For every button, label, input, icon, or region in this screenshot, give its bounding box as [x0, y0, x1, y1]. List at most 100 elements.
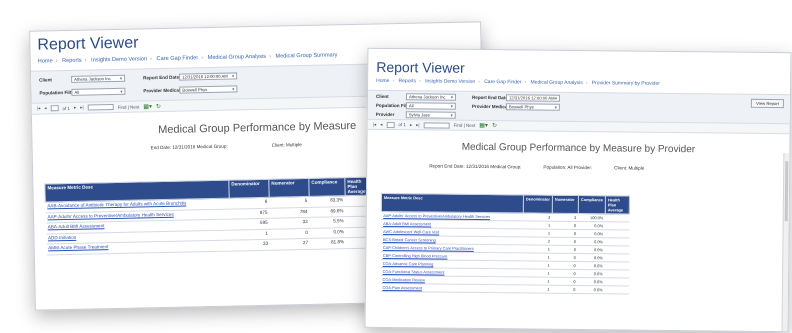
breadcrumb-care-gap[interactable]: Care Gap Finder [484, 79, 521, 85]
breadcrumb-provider-summary[interactable]: Provider Summary by Provider [592, 80, 660, 87]
chevron-down-icon: ▾ [450, 103, 453, 109]
table-cell [604, 285, 629, 295]
breadcrumb-medical-group-summary[interactable]: Medical Group Summary [275, 52, 337, 59]
table-cell: 0.0% [577, 245, 605, 254]
app-title: Report Viewer [376, 58, 465, 76]
header-denominator: Denominator [228, 179, 270, 199]
population-filter-label: Population Filter [39, 89, 76, 96]
population-filter-select[interactable]: All ▾ [405, 102, 456, 110]
end-date-text: Report End Date: 12/31/2016 Medical Grou… [429, 163, 522, 170]
table-row: COA-Pain Assessment 1 0 0.0% [380, 283, 629, 295]
table-cell [604, 245, 629, 255]
breadcrumb-care-gap[interactable]: Care Gap Finder [156, 55, 198, 62]
table-cell: 1 [522, 252, 552, 262]
report-viewer-window-by-provider: Report Viewer Home › Reports › Insights De… [364, 47, 792, 333]
table-cell: 81.8% [310, 237, 347, 249]
provider-label: Provider [375, 111, 395, 118]
export-icon[interactable]: ▦▾ [479, 122, 488, 129]
provider-select[interactable]: Sylvia Jass ▾ [405, 111, 456, 119]
breadcrumb-insights[interactable]: Insights Demo Version [91, 56, 147, 63]
end-date-text: End Date: 12/31/2016 Medical Group: [150, 143, 228, 151]
find-input[interactable] [423, 121, 450, 129]
population-filter-select[interactable]: All ▾ [71, 87, 126, 96]
chevron-down-icon: ▾ [120, 88, 123, 94]
page-number-input[interactable] [386, 121, 395, 128]
refresh-icon[interactable]: ↻ [492, 122, 497, 129]
chevron-down-icon: ▾ [554, 95, 557, 101]
refresh-icon[interactable]: ↻ [156, 103, 161, 110]
breadcrumb-home[interactable]: Home [376, 78, 389, 84]
report-end-date-input[interactable]: 12/31/2016 12:00:00 AM ▾ [505, 94, 560, 102]
last-page-icon[interactable]: ▸| [80, 105, 84, 111]
table-cell: 0.0% [577, 269, 605, 278]
provider-medical-group-select[interactable]: Boswell Phys ▾ [505, 103, 560, 111]
header-compliance: Compliance [578, 195, 606, 214]
breadcrumb-medical-group-analysis[interactable]: Medical Group Analysis [530, 79, 582, 86]
header-numerator: Numerator [552, 195, 579, 214]
page-number-input[interactable] [50, 105, 59, 112]
page-count: of 1 [398, 122, 406, 128]
page-count: of 1 [62, 105, 71, 111]
provider-medical-group-label: Provider Medical Group [143, 87, 196, 94]
first-page-icon[interactable]: |◂ [373, 121, 376, 127]
breadcrumb-insights[interactable]: Insights Demo Version [425, 78, 475, 85]
client-text: Client: Multiple [614, 165, 645, 171]
chevron-down-icon: ▾ [450, 94, 453, 100]
chevron-down-icon: ▾ [554, 104, 557, 110]
table-cell: 1 [522, 268, 552, 278]
header-health-plan-average: Health Plan Average [605, 195, 630, 215]
breadcrumb-home[interactable]: Home [38, 58, 53, 64]
report-end-date-input[interactable]: 12/31/2016 12:00:00 AM ▾ [179, 72, 238, 81]
report-end-date-label: Report End Date [143, 74, 180, 81]
prev-page-icon[interactable]: ◂ [44, 105, 46, 111]
breadcrumb-medical-group-analysis[interactable]: Medical Group Analysis [208, 54, 267, 61]
table-cell: 1 [522, 244, 552, 254]
table-cell: 0 [552, 221, 579, 230]
report-meta: Report End Date: 12/31/2016 Medical Grou… [429, 163, 789, 172]
table-cell: 0.0% [309, 227, 347, 239]
population-filter-label: Population Filter [375, 102, 413, 109]
table-cell: 0.0% [577, 261, 605, 270]
table-cell: 0 [552, 229, 579, 238]
view-report-button[interactable]: View Report [751, 98, 784, 109]
client-select[interactable]: Athena Jackson Inc ▾ [71, 74, 126, 83]
table-cell: 27 [270, 238, 311, 250]
table-cell: 0.0% [578, 221, 606, 230]
next-page-icon[interactable]: ▸ [74, 105, 76, 111]
report-title: Medical Group Performance by Measure by … [461, 141, 696, 156]
table-cell: 0 [551, 245, 578, 254]
table-cell: 89.6% [309, 206, 346, 218]
table-cell [605, 221, 630, 231]
table-cell [604, 277, 629, 287]
table-cell [605, 229, 630, 239]
table-cell [605, 213, 630, 223]
table-cell: 5.5% [309, 216, 346, 228]
table-cell: 0.0% [578, 229, 606, 238]
table-cell: 0.0% [577, 237, 606, 246]
last-page-icon[interactable]: ▸| [416, 122, 419, 128]
chevron-down-icon: ▾ [232, 86, 235, 92]
prev-page-icon[interactable]: ◂ [380, 121, 382, 127]
chevron-down-icon: ▾ [119, 75, 123, 81]
next-page-icon[interactable]: ▸ [410, 122, 412, 128]
measure-table: Measure Metric Desc Denominator Numerator C… [44, 177, 377, 255]
measure-link[interactable]: COA-Pain Assessment [380, 283, 523, 293]
find-next-link[interactable]: Find | Next [118, 104, 140, 109]
find-input[interactable] [87, 104, 114, 111]
vertical-scrollbar[interactable] [781, 153, 790, 332]
breadcrumb-reports[interactable]: Reports [62, 58, 82, 64]
table-cell: 100.0% [578, 213, 606, 222]
client-select[interactable]: Athena Jackson Inc ▾ [405, 93, 457, 101]
screenshot-collage: Report Viewer Home › Reports › Insights De… [0, 0, 792, 333]
client-text: Client: Multiple [271, 142, 302, 148]
header-denominator: Denominator [523, 194, 553, 214]
export-icon[interactable]: ▦▾ [143, 103, 152, 110]
first-page-icon[interactable]: |◂ [37, 106, 41, 112]
population-text: Population: All Provider: [543, 164, 593, 171]
provider-medical-group-select[interactable]: Boswell Phys ▾ [179, 85, 238, 94]
table-cell: 3 [552, 213, 579, 222]
find-next-link[interactable]: Find | Next [454, 123, 476, 128]
table-cell: 0.0% [577, 277, 605, 286]
scrollbar-thumb[interactable] [784, 161, 789, 222]
breadcrumb-reports[interactable]: Reports [399, 78, 417, 84]
